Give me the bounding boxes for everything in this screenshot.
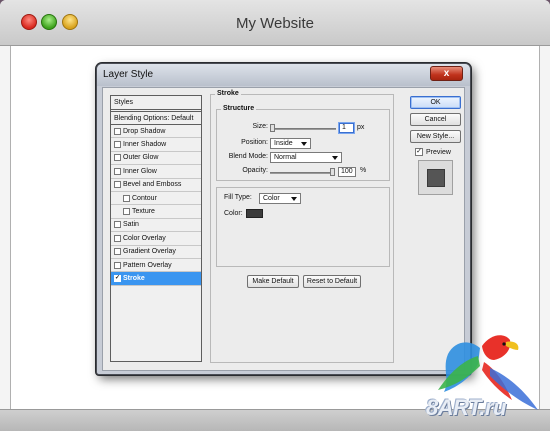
style-item-label: Bevel and Emboss (123, 181, 182, 189)
preview-label: Preview (426, 148, 451, 156)
style-item-label: Inner Glow (123, 167, 157, 175)
fill-type-value: Color (263, 195, 280, 202)
layer-style-dialog: Layer Style x Styles Blending Options: D… (96, 63, 471, 375)
style-item-label: Stroke (123, 274, 145, 282)
style-item-label: Pattern Overlay (123, 261, 172, 269)
style-item-inner-glow[interactable]: Inner Glow (111, 165, 201, 179)
size-unit: px (357, 124, 365, 131)
style-checkbox[interactable]: ✓ (114, 274, 121, 282)
fill-type-label: Fill Type: (224, 194, 252, 201)
opacity-slider-track[interactable] (270, 172, 335, 174)
style-item-inner-shadow[interactable]: Inner Shadow (111, 138, 201, 152)
style-item-label: Satin (123, 221, 139, 229)
style-item-label: Outer Glow (123, 154, 159, 162)
make-default-button[interactable]: Make Default (247, 275, 299, 288)
stroke-color-swatch[interactable] (246, 209, 263, 218)
position-value: Inside (274, 140, 293, 147)
opacity-input[interactable]: 100 (338, 167, 356, 177)
cancel-button[interactable]: Cancel (410, 113, 461, 126)
window-titlebar[interactable]: My Website (0, 0, 550, 46)
style-item-label: Drop Shadow (123, 127, 166, 135)
stroke-section-title: Stroke (215, 90, 241, 97)
dialog-titlebar[interactable]: Layer Style x (97, 64, 470, 86)
style-item-bevel-and-emboss[interactable]: Bevel and Emboss (111, 179, 201, 192)
style-item-contour[interactable]: Contour (111, 192, 201, 206)
style-item-drop-shadow[interactable]: Drop Shadow (111, 125, 201, 139)
dialog-title: Layer Style (103, 69, 154, 80)
window-title: My Website (235, 15, 315, 32)
blend-mode-label: Blend Mode: (228, 153, 268, 160)
opacity-slider-thumb[interactable] (330, 168, 335, 176)
preview-check-icon: ✓ (415, 148, 423, 156)
style-item-satin[interactable]: Satin (111, 219, 201, 233)
style-checkbox[interactable] (114, 127, 121, 135)
opacity-unit: % (360, 167, 367, 174)
style-checkbox[interactable] (114, 141, 121, 149)
opacity-label: Opacity: (242, 167, 268, 174)
style-item-label: Contour (132, 194, 157, 202)
style-checkbox[interactable] (114, 221, 121, 229)
chevron-down-icon (332, 156, 338, 160)
size-slider-thumb[interactable] (270, 124, 275, 132)
position-select[interactable]: Inside (270, 138, 311, 149)
style-item-pattern-overlay[interactable]: Pattern Overlay (111, 259, 201, 273)
style-item-gradient-overlay[interactable]: Gradient Overlay (111, 246, 201, 259)
style-checkbox[interactable] (123, 208, 130, 216)
style-checkbox[interactable] (123, 194, 130, 202)
style-checkbox[interactable] (114, 154, 121, 162)
preview-checkbox[interactable]: ✓ Preview (415, 148, 451, 156)
style-checkbox[interactable] (114, 261, 121, 269)
style-item-label: Color Overlay (123, 234, 166, 242)
dialog-client: Styles Blending Options: Default Drop Sh… (102, 87, 465, 371)
style-item-label: Inner Shadow (123, 141, 167, 149)
style-checkbox[interactable] (114, 167, 121, 175)
size-slider-track[interactable] (270, 128, 336, 130)
position-label: Position: (241, 139, 268, 146)
reset-to-default-button[interactable]: Reset to Default (303, 275, 361, 288)
fill-type-group: Fill Type: Color Color: (216, 187, 390, 267)
blend-mode-select[interactable]: Normal (270, 152, 342, 163)
blend-mode-value: Normal (274, 154, 297, 161)
chevron-down-icon (291, 197, 297, 201)
structure-group: Structure Size: 1 px Position: Inside Bl… (216, 105, 390, 181)
dialog-close-button[interactable]: x (430, 66, 463, 81)
size-label: Size: (252, 123, 268, 130)
new-style-button[interactable]: New Style... (410, 130, 461, 143)
blending-options-item[interactable]: Blending Options: Default (111, 111, 201, 125)
styles-list: Styles Blending Options: Default Drop Sh… (110, 95, 202, 362)
styles-header[interactable]: Styles (111, 96, 201, 110)
size-input[interactable]: 1 (339, 123, 354, 133)
style-checkbox[interactable] (114, 181, 121, 189)
style-checkbox[interactable] (114, 248, 121, 256)
style-item-label: Texture (132, 208, 155, 216)
chevron-down-icon (301, 142, 307, 146)
watermark-text: 8ART.ru (426, 395, 507, 420)
style-item-texture[interactable]: Texture (111, 205, 201, 219)
ok-button[interactable]: OK (410, 96, 461, 109)
style-item-outer-glow[interactable]: Outer Glow (111, 152, 201, 166)
style-item-color-overlay[interactable]: Color Overlay (111, 232, 201, 246)
stroke-panel: Stroke Structure Size: 1 px Position: In… (210, 90, 394, 363)
preview-swatch (427, 169, 445, 187)
style-preview (418, 160, 453, 195)
color-label: Color: (224, 210, 243, 217)
style-item-label: Gradient Overlay (123, 248, 176, 256)
structure-title: Structure (221, 105, 257, 112)
style-checkbox[interactable] (114, 234, 121, 242)
style-item-stroke[interactable]: ✓ Stroke (111, 272, 201, 286)
fill-type-select[interactable]: Color (259, 193, 301, 204)
